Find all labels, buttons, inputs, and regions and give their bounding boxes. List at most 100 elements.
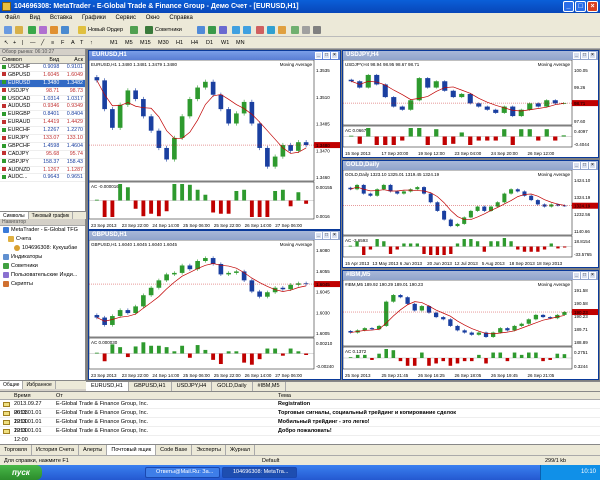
- market-watch-icon[interactable]: [28, 26, 36, 34]
- nav-root[interactable]: MetaTrader - E-Global TFG: [0, 226, 85, 235]
- chart-titlebar[interactable]: #IBM,M5 _ □ ×: [343, 271, 598, 280]
- chart-shift-icon[interactable]: [278, 26, 286, 34]
- chart-maximize-button[interactable]: □: [323, 52, 330, 59]
- taskbar-mail-ru[interactable]: Ответы@Mail.Ru: За...: [145, 467, 220, 478]
- chart-close-button[interactable]: ×: [331, 52, 338, 59]
- timeframe-d1[interactable]: D1: [206, 39, 213, 48]
- start-button[interactable]: пуск: [0, 465, 42, 480]
- autoscroll-icon[interactable]: [267, 26, 275, 34]
- tab-trade[interactable]: Торговля: [0, 445, 32, 455]
- chart-minimize-button[interactable]: _: [315, 52, 322, 59]
- menu-tools[interactable]: Сервис: [115, 15, 136, 21]
- menu-view[interactable]: Вид: [29, 15, 40, 21]
- chart-window-gold[interactable]: GOLD,Daily _ □ × GOLD,Daily 1323.10 1325.0…: [342, 160, 599, 268]
- market-watch-row[interactable]: EURAUD 1.4419 1.4429: [0, 119, 85, 128]
- nav-accounts[interactable]: Счета: [0, 235, 85, 244]
- chart-tab-ibm[interactable]: #IBM,M5: [253, 382, 286, 391]
- menu-charts[interactable]: Графики: [82, 15, 106, 21]
- chart-tab-gold[interactable]: GOLD,Daily: [212, 382, 253, 391]
- bar-chart-icon[interactable]: [197, 26, 205, 34]
- chart-tab-usdjpy[interactable]: USDJPY,H4: [172, 382, 213, 391]
- chart-minimize-button[interactable]: _: [573, 162, 580, 169]
- chart-close-button[interactable]: ×: [589, 162, 596, 169]
- chart-minimize-button[interactable]: _: [573, 272, 580, 279]
- trendline-icon[interactable]: ╱: [41, 39, 44, 48]
- chart-close-button[interactable]: ×: [589, 52, 596, 59]
- chart-titlebar[interactable]: GOLD,Daily _ □ ×: [343, 161, 598, 170]
- timeframe-h1[interactable]: H1: [176, 39, 183, 48]
- chart-window-usdjpy[interactable]: USDJPY,H4 _ □ × USDJPY,H4 98.94 98.95 98.6…: [342, 50, 599, 158]
- nav-scripts[interactable]: Скрипты: [0, 280, 85, 289]
- chart-window-ibm[interactable]: #IBM,M5 _ □ × #IBM,M5 189.92 190.29 189.01…: [342, 270, 599, 380]
- indicators-icon[interactable]: [291, 26, 299, 34]
- market-watch-row[interactable]: GBPCHF 1.4598 1.4604: [0, 143, 85, 151]
- market-watch-row[interactable]: USDJPY 98.71 98.73: [0, 88, 85, 96]
- tab-alerts[interactable]: Алерты: [79, 445, 108, 455]
- periods-icon[interactable]: [302, 26, 310, 34]
- column-from[interactable]: От: [56, 392, 278, 399]
- market-watch-row[interactable]: EURJPY 133.07 133.10: [0, 135, 85, 143]
- fibonacci-icon[interactable]: F: [61, 39, 64, 48]
- chart-maximize-button[interactable]: □: [581, 162, 588, 169]
- column-symbol[interactable]: Символ: [0, 56, 38, 63]
- data-window-icon[interactable]: [39, 26, 47, 34]
- horizontal-line-icon[interactable]: —: [30, 39, 36, 48]
- column-ask[interactable]: Аск: [61, 56, 85, 63]
- chart-maximize-button[interactable]: □: [323, 232, 330, 239]
- mail-row[interactable]: 2013.01.01 12:00 E-Global Trade & Finance…: [0, 418, 600, 434]
- market-watch-row[interactable]: EURUSD 1.3480 1.3482: [0, 79, 85, 88]
- timeframe-m5[interactable]: M5: [125, 39, 133, 48]
- zoom-in-icon[interactable]: [232, 26, 240, 34]
- chart-minimize-button[interactable]: _: [573, 52, 580, 59]
- market-watch-row[interactable]: AUDNZD 1.1267 1.1287: [0, 167, 85, 175]
- tab-favorites[interactable]: Избранное: [23, 381, 56, 389]
- advisors-button[interactable]: Советники: [155, 26, 182, 35]
- menu-window[interactable]: Окно: [146, 15, 160, 21]
- column-time[interactable]: Время: [0, 392, 56, 399]
- tab-common[interactable]: Общие: [0, 381, 24, 389]
- chart-minimize-button[interactable]: _: [315, 232, 322, 239]
- mail-row[interactable]: 2013.01.01 12:00 E-Global Trade & Finance…: [0, 427, 600, 443]
- taskbar-metatrader[interactable]: 104696308: MetaTra...: [222, 467, 297, 478]
- navigator-icon[interactable]: [50, 26, 58, 34]
- timeframe-m30[interactable]: M30: [158, 39, 169, 48]
- new-order-button[interactable]: Новый Ордер: [88, 26, 123, 35]
- timeframe-m15[interactable]: M15: [140, 39, 151, 48]
- minimize-button[interactable]: _: [563, 1, 574, 12]
- column-subject[interactable]: Тема: [278, 392, 600, 399]
- menu-insert[interactable]: Вставка: [50, 15, 72, 21]
- vertical-line-icon[interactable]: |: [22, 39, 23, 48]
- column-bid[interactable]: Бид: [38, 56, 62, 63]
- chart-titlebar[interactable]: EURUSD,H1 _ □ ×: [89, 51, 340, 60]
- tab-mailbox[interactable]: Почтовый ящик: [107, 445, 157, 455]
- channel-icon[interactable]: ≡: [51, 39, 54, 48]
- window-titlebar[interactable]: 104696308: MetaTrader - E-Global Trade &…: [0, 0, 600, 13]
- templates-icon[interactable]: [313, 26, 321, 34]
- timeframe-h4[interactable]: H4: [191, 39, 198, 48]
- mail-row[interactable]: 2013.09.27 06:03 E-Global Trade & Finance…: [0, 400, 600, 416]
- market-watch-row[interactable]: EURCHF 1.2267 1.2270: [0, 127, 85, 136]
- market-watch-row[interactable]: EURGBP 0.8401 0.8404: [0, 111, 85, 120]
- chart-maximize-button[interactable]: □: [581, 52, 588, 59]
- label-icon[interactable]: T: [80, 39, 83, 48]
- metaeditor-icon[interactable]: [130, 26, 138, 34]
- mail-row[interactable]: 2013.01.01 12:00 E-Global Trade & Finance…: [0, 409, 600, 425]
- market-watch-row[interactable]: AUDC... 0.9643 0.9651: [0, 174, 85, 183]
- chart-close-button[interactable]: ×: [331, 232, 338, 239]
- menu-file[interactable]: Файл: [5, 15, 20, 21]
- market-watch-row[interactable]: USDCAD 1.0314 1.0317: [0, 96, 85, 104]
- arrows-icon[interactable]: ↑: [90, 39, 93, 48]
- market-watch-row[interactable]: GBPUSD 1.6045 1.6049: [0, 72, 85, 80]
- timeframe-mn[interactable]: MN: [236, 39, 245, 48]
- market-watch-row[interactable]: USDCHF 0.9098 0.9101: [0, 64, 85, 72]
- nav-custom-indicators[interactable]: Пользовательские Инди...: [0, 271, 85, 280]
- chart-window-gbpusd[interactable]: GBPUSD,H1 _ □ × GBPUSD,H1 1.6040 1.6045 1.…: [88, 230, 341, 380]
- menu-help[interactable]: Справка: [169, 15, 193, 21]
- nav-indicators[interactable]: Индикаторы: [0, 253, 85, 262]
- chart-titlebar[interactable]: GBPUSD,H1 _ □ ×: [89, 231, 340, 240]
- crosshair-icon[interactable]: +: [13, 39, 16, 48]
- text-icon[interactable]: A: [71, 39, 75, 48]
- profiles-icon[interactable]: [15, 26, 23, 34]
- new-chart-icon[interactable]: [4, 26, 12, 34]
- chart-maximize-button[interactable]: □: [581, 272, 588, 279]
